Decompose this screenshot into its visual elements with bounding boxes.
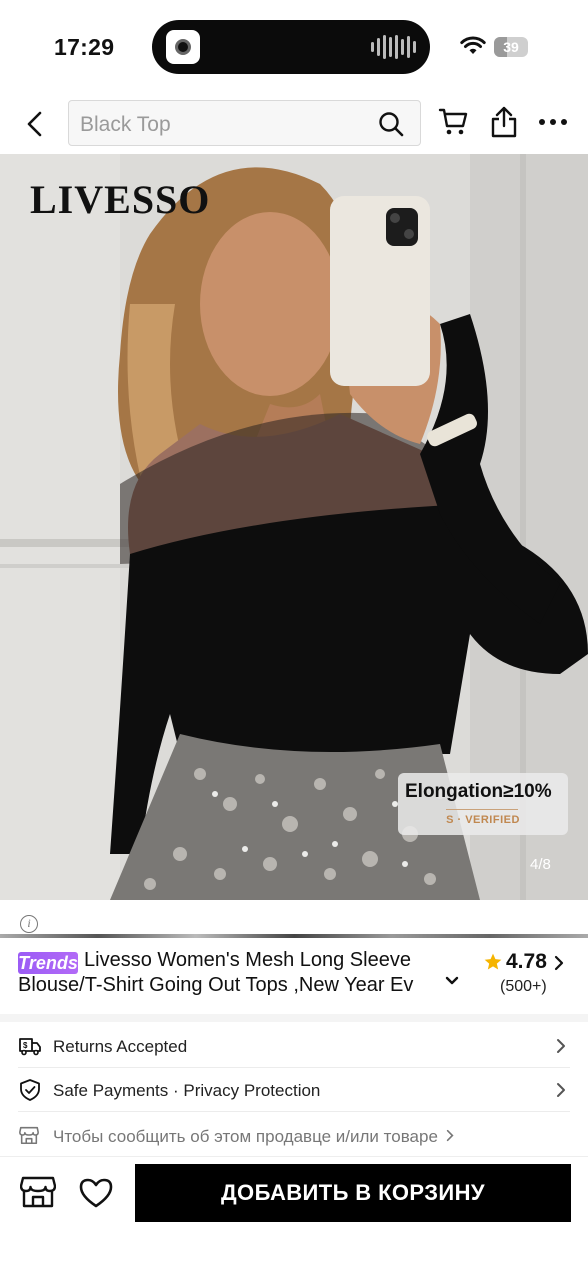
back-arrow-icon[interactable] [22,110,50,138]
image-bottom-strip [0,934,588,938]
wifi-icon [460,36,486,54]
star-icon [484,953,502,970]
now-playing-app-icon [166,30,200,64]
product-image-carousel[interactable]: LIVESSO Elongation≥10% S · VERIFIED 4/8 [0,154,588,900]
search-placeholder: Black Top [80,113,171,136]
returns-label: Returns Accepted [53,1037,188,1056]
chevron-right-icon[interactable] [554,955,564,971]
cart-icon[interactable] [438,106,468,136]
service-row-safe-payments[interactable]: Safe Payments · Privacy Protection [18,1068,570,1112]
product-title[interactable]: Livesso Women's Mesh Long Sleeve Blouse/… [18,948,438,998]
service-row-report[interactable]: Чтобы сообщить об этом продавце и/или то… [18,1114,570,1158]
verified-text: S · VERIFIED [446,814,520,826]
audio-wave-icon [371,35,416,59]
more-icon[interactable] [538,118,568,126]
info-strip: i [0,900,588,938]
shield-check-icon [20,1079,40,1101]
elongation-badge: Elongation≥10% S · VERIFIED [398,773,568,835]
trends-badge: Trends [18,952,78,974]
store-icon[interactable] [20,1175,56,1209]
heart-icon[interactable] [78,1177,114,1209]
search-icon[interactable] [378,111,404,137]
truck-return-icon: $ [19,1038,41,1056]
dynamic-island [152,20,430,74]
rating-value: 4.78 [506,950,547,973]
status-time: 17:29 [54,34,115,60]
product-title-block: Livesso Women's Mesh Long Sleeve Blouse/… [0,948,588,1010]
elongation-text: Elongation≥10% [405,781,552,802]
store-icon [19,1126,39,1145]
info-icon[interactable]: i [20,915,38,933]
top-nav: Black Top [0,96,588,154]
image-counter: 4/8 [530,856,551,873]
chevron-right-icon [557,1083,565,1097]
section-divider [0,1014,588,1022]
report-label: Чтобы сообщить об этом продавце и/или то… [53,1127,454,1147]
add-to-cart-button[interactable]: ДОБАВИТЬ В КОРЗИНУ [135,1164,571,1222]
chevron-right-icon [446,1129,454,1142]
service-row-returns[interactable]: $ Returns Accepted [18,1024,570,1068]
chevron-down-icon[interactable] [445,976,459,986]
battery-icon: 39 [494,37,528,57]
battery-level: 39 [503,39,519,55]
chevron-right-icon [557,1039,565,1053]
bottom-action-bar: ДОБАВИТЬ В КОРЗИНУ [0,1156,588,1280]
svg-text:$: $ [23,1041,28,1050]
share-icon[interactable] [490,106,518,138]
status-bar: 17:29 39 [0,0,588,96]
safe-payments-label: Safe Payments · Privacy Protection [53,1081,321,1100]
rating[interactable]: 4.78 [483,950,547,974]
brand-logo: LIVESSO [30,177,211,222]
search-input[interactable]: Black Top [68,100,421,146]
rating-count: (500+) [500,978,547,995]
